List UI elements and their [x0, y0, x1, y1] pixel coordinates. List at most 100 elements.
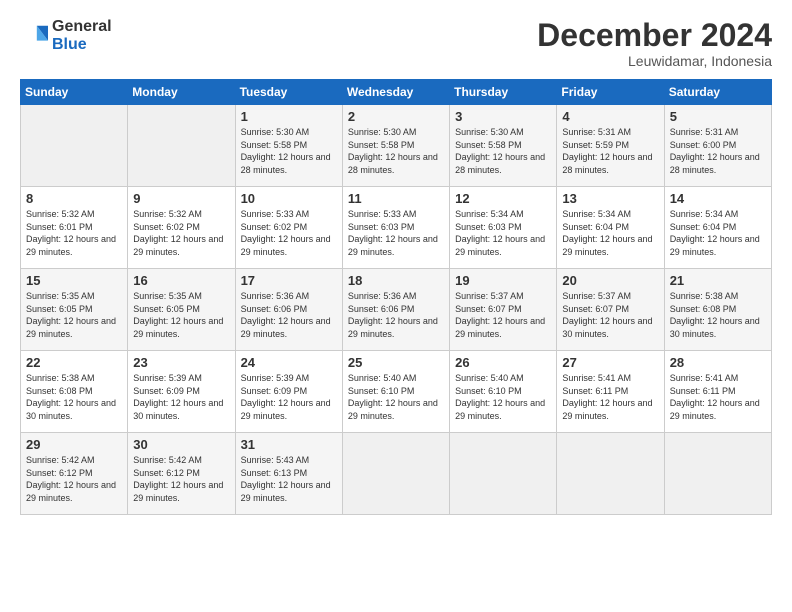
col-saturday: Saturday: [664, 80, 771, 105]
table-row: 16 Sunrise: 5:35 AMSunset: 6:05 PMDayligh…: [128, 269, 235, 351]
calendar-header-row: Sunday Monday Tuesday Wednesday Thursday…: [21, 80, 772, 105]
day-number: 8: [26, 191, 122, 206]
calendar-week-1: 1 Sunrise: 5:30 AMSunset: 5:58 PMDaylight…: [21, 105, 772, 187]
day-info: Sunrise: 5:35 AMSunset: 6:05 PMDaylight:…: [26, 290, 122, 340]
table-row: 23 Sunrise: 5:39 AMSunset: 6:09 PMDayligh…: [128, 351, 235, 433]
col-thursday: Thursday: [450, 80, 557, 105]
day-number: 24: [241, 355, 337, 370]
day-number: 22: [26, 355, 122, 370]
day-info: Sunrise: 5:38 AMSunset: 6:08 PMDaylight:…: [670, 290, 766, 340]
day-info: Sunrise: 5:39 AMSunset: 6:09 PMDaylight:…: [133, 372, 229, 422]
table-row: 26 Sunrise: 5:40 AMSunset: 6:10 PMDayligh…: [450, 351, 557, 433]
day-info: Sunrise: 5:33 AMSunset: 6:03 PMDaylight:…: [348, 208, 444, 258]
day-info: Sunrise: 5:34 AMSunset: 6:03 PMDaylight:…: [455, 208, 551, 258]
day-number: 3: [455, 109, 551, 124]
table-row: 21 Sunrise: 5:38 AMSunset: 6:08 PMDayligh…: [664, 269, 771, 351]
day-info: Sunrise: 5:35 AMSunset: 6:05 PMDaylight:…: [133, 290, 229, 340]
table-row: 29Sunrise: 5:42 AMSunset: 6:12 PMDayligh…: [21, 433, 128, 515]
table-row: 27 Sunrise: 5:41 AMSunset: 6:11 PMDayligh…: [557, 351, 664, 433]
table-row: 4Sunrise: 5:31 AMSunset: 5:59 PMDaylight…: [557, 105, 664, 187]
day-number: 30: [133, 437, 229, 452]
table-row: 9 Sunrise: 5:32 AMSunset: 6:02 PMDaylight…: [128, 187, 235, 269]
day-info: Sunrise: 5:41 AMSunset: 6:11 PMDaylight:…: [670, 372, 766, 422]
calendar-page: General Blue December 2024 Leuwidamar, I…: [0, 0, 792, 612]
table-row: [450, 433, 557, 515]
table-row: 17 Sunrise: 5:36 AMSunset: 6:06 PMDayligh…: [235, 269, 342, 351]
table-row: [342, 433, 449, 515]
calendar-week-3: 15 Sunrise: 5:35 AMSunset: 6:05 PMDayligh…: [21, 269, 772, 351]
day-info: Sunrise: 5:42 AMSunset: 6:12 PMDaylight:…: [133, 454, 229, 504]
day-number: 14: [670, 191, 766, 206]
day-info: Sunrise: 5:31 AMSunset: 6:00 PMDaylight:…: [670, 126, 766, 176]
day-info: Sunrise: 5:40 AMSunset: 6:10 PMDaylight:…: [455, 372, 551, 422]
day-info: Sunrise: 5:30 AMSunset: 5:58 PMDaylight:…: [455, 126, 551, 176]
day-number: 17: [241, 273, 337, 288]
title-block: December 2024 Leuwidamar, Indonesia: [537, 18, 772, 69]
table-row: 11Sunrise: 5:33 AMSunset: 6:03 PMDayligh…: [342, 187, 449, 269]
day-info: Sunrise: 5:37 AMSunset: 6:07 PMDaylight:…: [562, 290, 658, 340]
calendar-week-5: 29 Sunrise: 5:42 AMSunset: 6:12 PMDayligh…: [21, 433, 772, 515]
table-row: 15 Sunrise: 5:35 AMSunset: 6:05 PMDayligh…: [21, 269, 128, 351]
day-number: 1: [241, 109, 337, 124]
day-number: 29: [26, 437, 122, 452]
day-info: Sunrise: 5:37 AMSunset: 6:07 PMDaylight:…: [455, 290, 551, 340]
day-number: 23: [133, 355, 229, 370]
day-info: Sunrise: 5:36 AMSunset: 6:06 PMDaylight:…: [348, 290, 444, 340]
day-info: Sunrise: 5:38 AMSunset: 6:08 PMDaylight:…: [26, 372, 122, 422]
col-friday: Friday: [557, 80, 664, 105]
table-row: 10 Sunrise: 5:33 AMSunset: 6:02 PMDayligh…: [235, 187, 342, 269]
day-number: 21: [670, 273, 766, 288]
day-number: 9: [133, 191, 229, 206]
table-row: 12Sunrise: 5:34 AMSunset: 6:03 PMDayligh…: [450, 187, 557, 269]
day-number: 16: [133, 273, 229, 288]
day-info: Sunrise: 5:33 AMSunset: 6:02 PMDaylight:…: [241, 208, 337, 258]
day-info: Sunrise: 5:39 AMSunset: 6:09 PMDaylight:…: [241, 372, 337, 422]
table-row: 3 Sunrise: 5:30 AMSunset: 5:58 PMDaylight…: [450, 105, 557, 187]
table-row: 28 Sunrise: 5:41 AMSunset: 6:11 PMDayligh…: [664, 351, 771, 433]
logo-text-line1: General: [52, 18, 112, 36]
table-row: 20Sunrise: 5:37 AMSunset: 6:07 PMDayligh…: [557, 269, 664, 351]
col-monday: Monday: [128, 80, 235, 105]
table-row: [664, 433, 771, 515]
day-number: 15: [26, 273, 122, 288]
table-row: [557, 433, 664, 515]
day-number: 19: [455, 273, 551, 288]
table-row: 24 Sunrise: 5:39 AMSunset: 6:09 PMDayligh…: [235, 351, 342, 433]
table-row: [128, 105, 235, 187]
day-number: 5: [670, 109, 766, 124]
header: General Blue December 2024 Leuwidamar, I…: [20, 18, 772, 69]
col-wednesday: Wednesday: [342, 80, 449, 105]
table-row: 22 Sunrise: 5:38 AMSunset: 6:08 PMDayligh…: [21, 351, 128, 433]
table-row: 30 Sunrise: 5:42 AMSunset: 6:12 PMDayligh…: [128, 433, 235, 515]
day-info: Sunrise: 5:41 AMSunset: 6:11 PMDaylight:…: [562, 372, 658, 422]
day-info: Sunrise: 5:32 AMSunset: 6:02 PMDaylight:…: [133, 208, 229, 258]
day-number: 26: [455, 355, 551, 370]
location: Leuwidamar, Indonesia: [537, 53, 772, 69]
table-row: 13 Sunrise: 5:34 AMSunset: 6:04 PMDayligh…: [557, 187, 664, 269]
day-number: 25: [348, 355, 444, 370]
calendar-week-2: 8 Sunrise: 5:32 AMSunset: 6:01 PMDaylight…: [21, 187, 772, 269]
day-number: 10: [241, 191, 337, 206]
day-number: 28: [670, 355, 766, 370]
logo-icon: [20, 22, 48, 50]
table-row: 25Sunrise: 5:40 AMSunset: 6:10 PMDayligh…: [342, 351, 449, 433]
table-row: 2 Sunrise: 5:30 AMSunset: 5:58 PMDaylight…: [342, 105, 449, 187]
day-info: Sunrise: 5:36 AMSunset: 6:06 PMDaylight:…: [241, 290, 337, 340]
table-row: 14 Sunrise: 5:34 AMSunset: 6:04 PMDayligh…: [664, 187, 771, 269]
table-row: 5 Sunrise: 5:31 AMSunset: 6:00 PMDaylight…: [664, 105, 771, 187]
day-info: Sunrise: 5:34 AMSunset: 6:04 PMDaylight:…: [562, 208, 658, 258]
table-row: 31Sunrise: 5:43 AMSunset: 6:13 PMDayligh…: [235, 433, 342, 515]
day-info: Sunrise: 5:34 AMSunset: 6:04 PMDaylight:…: [670, 208, 766, 258]
table-row: 8 Sunrise: 5:32 AMSunset: 6:01 PMDaylight…: [21, 187, 128, 269]
day-info: Sunrise: 5:31 AMSunset: 5:59 PMDaylight:…: [562, 126, 658, 176]
day-number: 31: [241, 437, 337, 452]
day-number: 13: [562, 191, 658, 206]
logo-text-line2: Blue: [52, 36, 112, 54]
day-number: 18: [348, 273, 444, 288]
calendar-week-4: 22 Sunrise: 5:38 AMSunset: 6:08 PMDayligh…: [21, 351, 772, 433]
day-info: Sunrise: 5:30 AMSunset: 5:58 PMDaylight:…: [348, 126, 444, 176]
day-number: 27: [562, 355, 658, 370]
day-info: Sunrise: 5:32 AMSunset: 6:01 PMDaylight:…: [26, 208, 122, 258]
day-number: 2: [348, 109, 444, 124]
col-sunday: Sunday: [21, 80, 128, 105]
